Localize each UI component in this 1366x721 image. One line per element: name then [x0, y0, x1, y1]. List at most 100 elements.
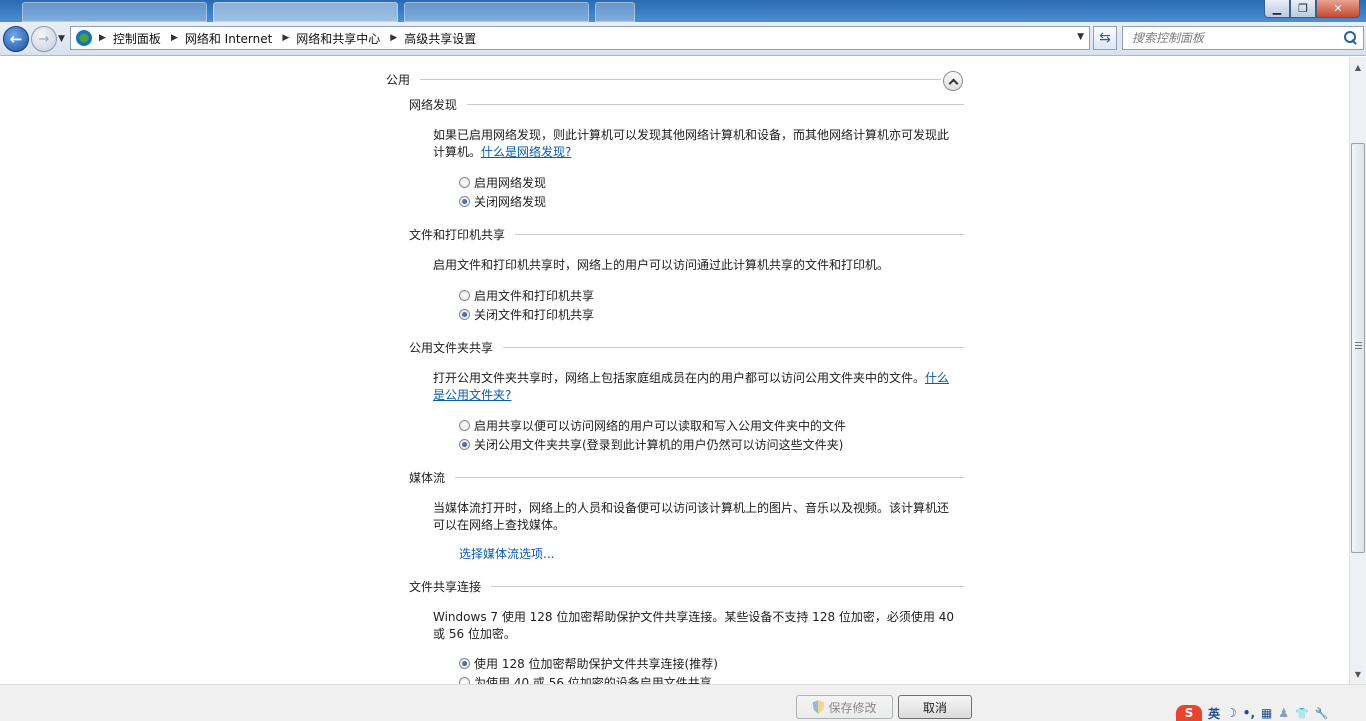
- section-description: 如果已启用网络发现，则此计算机可以发现其他网络计算机和设备，而其他网络计算机亦可…: [433, 127, 958, 161]
- divider: [503, 347, 964, 348]
- divider: [491, 586, 964, 587]
- minimize-button[interactable]: ▁: [1264, 0, 1290, 18]
- radio-button[interactable]: [459, 196, 470, 207]
- background-tab-3[interactable]: [404, 2, 589, 22]
- radio-label: 启用网络发现: [474, 176, 547, 190]
- save-changes-button[interactable]: 保存修改: [796, 695, 893, 719]
- breadcrumb-control-panel[interactable]: 控制面板: [113, 30, 161, 47]
- radio-enable-file-printer-sharing[interactable]: 启用文件和打印机共享: [459, 287, 594, 304]
- skin-icon[interactable]: 👕: [1295, 707, 1309, 720]
- collapse-profile-button[interactable]: [943, 71, 963, 91]
- radio-label: 启用共享以便可以访问网络的用户可以读取和写入公用文件夹中的文件: [474, 419, 847, 433]
- divider: [420, 79, 941, 80]
- grip-icon: [1355, 342, 1362, 349]
- scrollbar-thumb[interactable]: [1351, 143, 1365, 553]
- background-tab-2[interactable]: [213, 2, 398, 22]
- forward-button[interactable]: →: [31, 26, 57, 52]
- section-title: 公用文件夹共享: [409, 341, 494, 355]
- radio-disable-network-discovery[interactable]: 关闭网络发现: [459, 193, 546, 210]
- button-bar: 保存修改 取消: [0, 684, 1366, 721]
- refresh-icon: ⇆: [1099, 30, 1111, 46]
- section-description: 打开公用文件夹共享时，网络上包括家庭组成员在内的用户都可以访问公用文件夹中的文件…: [433, 370, 958, 404]
- ime-language-toggle[interactable]: 英: [1208, 705, 1220, 721]
- radio-label: 使用 128 位加密帮助保护文件共享连接(推荐): [474, 657, 718, 671]
- cancel-button[interactable]: 取消: [898, 695, 972, 719]
- address-dropdown-icon[interactable]: ▼: [1077, 32, 1084, 42]
- user-icon[interactable]: ♟: [1278, 706, 1289, 720]
- profile-title: 公用: [386, 73, 411, 87]
- window-title-bar: ▁ ❐ ✕: [0, 0, 1366, 22]
- settings-content: 公用 网络发现 如果已启用网络发现，则此计算机可以发现其他网络计算机和设备，而其…: [0, 57, 1349, 684]
- divider: [455, 477, 964, 478]
- search-icon[interactable]: [1341, 29, 1359, 47]
- radio-label: 启用文件和打印机共享: [474, 289, 595, 303]
- maximize-button[interactable]: ❐: [1290, 0, 1316, 18]
- back-button[interactable]: ←: [3, 26, 29, 52]
- description-text: 当媒体流打开时，网络上的人员和设备便可以访问该计算机上的图片、音乐以及视频。该计…: [433, 501, 950, 532]
- radio-disable-file-printer-sharing[interactable]: 关闭文件和打印机共享: [459, 306, 594, 323]
- radio-enable-network-discovery[interactable]: 启用网络发现: [459, 174, 546, 191]
- section-header-file-printer-sharing: 文件和打印机共享: [409, 226, 964, 243]
- moon-icon[interactable]: ☽: [1226, 706, 1237, 720]
- divider: [515, 234, 964, 235]
- description-text: 启用文件和打印机共享时，网络上的用户可以访问通过此计算机共享的文件和打印机。: [433, 258, 890, 272]
- divider: [467, 104, 964, 105]
- radio-button[interactable]: [459, 439, 470, 450]
- radio-label: 关闭网络发现: [474, 195, 547, 209]
- vertical-scrollbar[interactable]: ▲ ▼: [1349, 57, 1366, 684]
- breadcrumb-advanced-sharing[interactable]: 高级共享设置: [404, 30, 476, 47]
- section-header-file-sharing-connections: 文件共享连接: [409, 578, 964, 595]
- radio-label: 关闭文件和打印机共享: [474, 308, 595, 322]
- radio-button[interactable]: [459, 420, 470, 431]
- radio-button[interactable]: [459, 177, 470, 188]
- radio-button[interactable]: [459, 290, 470, 301]
- close-button[interactable]: ✕: [1316, 0, 1360, 18]
- profile-header[interactable]: 公用: [386, 71, 941, 88]
- radio-128bit-encryption[interactable]: 使用 128 位加密帮助保护文件共享连接(推荐): [459, 655, 718, 672]
- radio-button[interactable]: [459, 309, 470, 320]
- ime-toolbar: S 英 ☽ •, ▦ ♟ 👕 🔧: [1176, 705, 1329, 721]
- section-title: 文件和打印机共享: [409, 228, 506, 242]
- media-streaming-options-link[interactable]: 选择媒体流选项...: [459, 545, 554, 562]
- keyboard-icon[interactable]: ▦: [1261, 706, 1272, 720]
- navigation-bar: ← → ▼ ▶ 控制面板 ▶ 网络和 Internet ▶ 网络和共享中心 ▶ …: [0, 22, 1366, 56]
- section-description: 当媒体流打开时，网络上的人员和设备便可以访问该计算机上的图片、音乐以及视频。该计…: [433, 500, 958, 534]
- breadcrumb-network-internet[interactable]: 网络和 Internet: [185, 30, 272, 47]
- radio-disable-public-folder-sharing[interactable]: 关闭公用文件夹共享(登录到此计算机的用户仍然可以访问这些文件夹): [459, 436, 843, 453]
- section-description: 启用文件和打印机共享时，网络上的用户可以访问通过此计算机共享的文件和打印机。: [433, 257, 958, 274]
- chevron-right-icon[interactable]: ▶: [282, 33, 289, 43]
- scroll-down-arrow[interactable]: ▼: [1350, 666, 1366, 682]
- background-tab-1[interactable]: [22, 2, 207, 22]
- search-box[interactable]: [1122, 26, 1364, 50]
- section-title: 文件共享连接: [409, 580, 482, 594]
- chevron-up-icon: [948, 78, 958, 88]
- scroll-up-arrow[interactable]: ▲: [1350, 59, 1366, 75]
- refresh-button[interactable]: ⇆: [1093, 26, 1117, 50]
- wrench-icon[interactable]: 🔧: [1315, 707, 1329, 720]
- radio-button[interactable]: [459, 677, 470, 684]
- punctuation-icon[interactable]: •,: [1243, 706, 1255, 720]
- uac-shield-icon: [812, 700, 825, 714]
- search-input[interactable]: [1123, 28, 1341, 48]
- radio-label: 为使用 40 或 56 位加密的设备启用文件共享: [474, 676, 712, 684]
- radio-button[interactable]: [459, 658, 470, 669]
- section-header-public-folder-sharing: 公用文件夹共享: [409, 339, 964, 356]
- what-is-network-discovery-link[interactable]: 什么是网络发现?: [481, 145, 571, 159]
- radio-40-56bit-encryption[interactable]: 为使用 40 或 56 位加密的设备启用文件共享: [459, 674, 712, 684]
- chevron-right-icon[interactable]: ▶: [171, 33, 178, 43]
- description-text: 打开公用文件夹共享时，网络上包括家庭组成员在内的用户都可以访问公用文件夹中的文件…: [433, 371, 926, 385]
- background-tab-4[interactable]: [595, 2, 635, 22]
- save-label: 保存修改: [828, 700, 877, 715]
- sogou-ime-logo-icon[interactable]: S: [1176, 705, 1202, 721]
- chevron-right-icon[interactable]: ▶: [390, 33, 397, 43]
- address-bar[interactable]: ▶ 控制面板 ▶ 网络和 Internet ▶ 网络和共享中心 ▶ 高级共享设置…: [70, 26, 1090, 50]
- radio-enable-public-folder-sharing[interactable]: 启用共享以便可以访问网络的用户可以读取和写入公用文件夹中的文件: [459, 417, 846, 434]
- breadcrumb-network-sharing-center[interactable]: 网络和共享中心: [296, 30, 380, 47]
- window-controls: ▁ ❐ ✕: [1264, 0, 1360, 18]
- cancel-label: 取消: [922, 700, 947, 715]
- section-title: 媒体流: [409, 471, 446, 485]
- section-title: 网络发现: [409, 98, 458, 112]
- section-header-media-streaming: 媒体流: [409, 469, 964, 486]
- chevron-right-icon[interactable]: ▶: [99, 33, 106, 43]
- recent-pages-dropdown[interactable]: ▼: [58, 34, 65, 44]
